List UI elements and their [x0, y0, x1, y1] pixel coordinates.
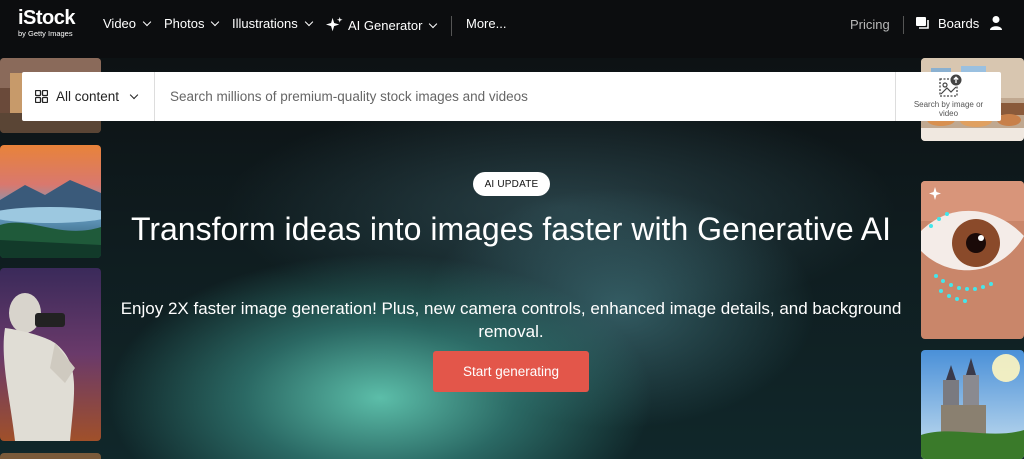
user-icon [990, 16, 1002, 30]
hero-image-statue-binoculars[interactable] [0, 268, 101, 441]
chevron-down-icon [429, 19, 438, 28]
hero-image-eye[interactable] [921, 181, 1024, 339]
logo-brand: iStock [18, 7, 76, 29]
search-by-image-button[interactable]: Search by image or video [895, 72, 1001, 121]
nav-ai-generator-label: AI Generator [348, 18, 423, 33]
image-upload-icon [938, 74, 961, 97]
nav-video[interactable]: Video [103, 16, 152, 31]
nav-ai-generator[interactable]: AI Generator [325, 16, 438, 35]
search-by-image-label: Search by image or video [913, 100, 984, 118]
logo-subtitle: by Getty Images [18, 29, 73, 38]
hero-image-bottom-left[interactable] [0, 453, 101, 459]
chevron-down-icon [304, 17, 313, 26]
hero-headline: Transform ideas into images faster with … [130, 211, 892, 247]
hero-subheadline: Enjoy 2X faster image generation! Plus, … [120, 299, 902, 341]
istock-logo[interactable]: iStock by Getty Images [18, 7, 88, 38]
nav-boards[interactable]: Boards [916, 16, 979, 31]
nav-pricing[interactable]: Pricing [850, 17, 890, 32]
nav-boards-label: Boards [938, 16, 980, 31]
chevron-down-icon [211, 17, 220, 26]
content-type-label: All content [56, 89, 120, 104]
search-input[interactable] [155, 72, 895, 121]
grid-icon [35, 90, 48, 103]
nav-illustrations[interactable]: Illustrations [232, 16, 313, 31]
chevron-down-icon [142, 17, 152, 26]
search-bar: All content Search by image or video [22, 72, 1001, 121]
user-account[interactable] [989, 15, 1003, 36]
nav-video-label: Video [103, 16, 137, 31]
nav-photos[interactable]: Photos [164, 16, 220, 31]
hero-image-mountain-lake[interactable] [0, 145, 101, 258]
hero-image-castle[interactable] [921, 350, 1024, 459]
nav-photos-label: Photos [164, 16, 205, 31]
boards-icon [916, 17, 929, 29]
chevron-down-icon [129, 90, 139, 99]
nav-divider [451, 16, 452, 36]
start-generating-button[interactable]: Start generating [433, 351, 589, 392]
nav-illustrations-label: Illustrations [232, 16, 298, 31]
nav-more-label: More... [466, 16, 507, 31]
top-navigation: iStock by Getty Images Video Photos Illu… [0, 0, 1024, 50]
sparkle-icon [325, 16, 343, 32]
nav-more[interactable]: More... [466, 16, 506, 31]
content-type-select[interactable]: All content [22, 72, 155, 121]
ai-update-badge: AI UPDATE [473, 172, 550, 196]
nav-divider [903, 16, 904, 34]
